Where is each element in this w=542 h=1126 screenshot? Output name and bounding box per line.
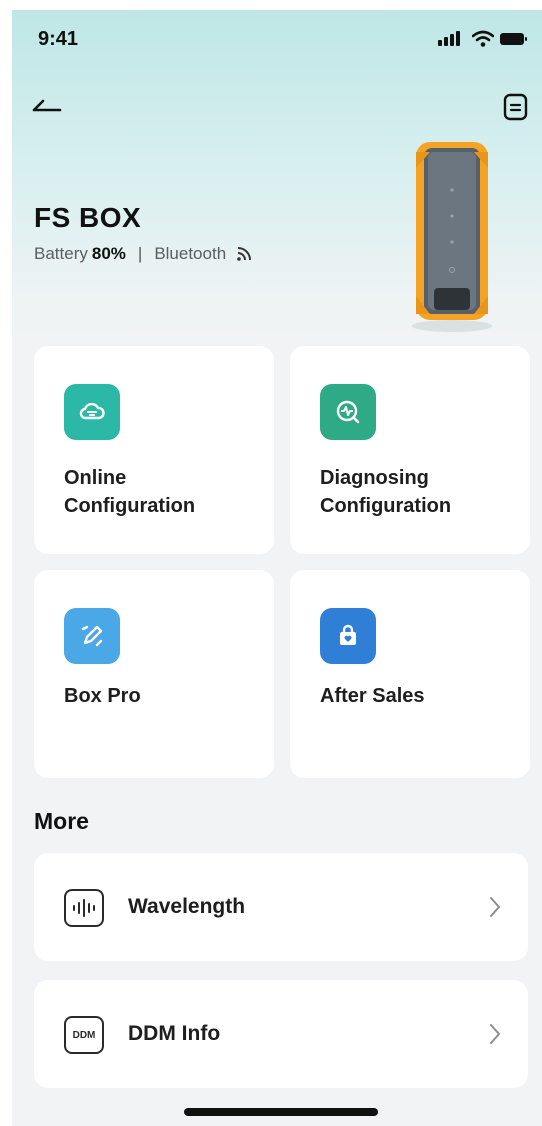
home-indicator[interactable]: [184, 1108, 378, 1116]
ddm-info-row[interactable]: DDM DDM Info: [34, 980, 528, 1088]
document-icon[interactable]: [502, 92, 530, 122]
after-sales-bag-icon: [340, 624, 356, 645]
battery-icon: [500, 33, 527, 45]
ddm-icon-text: DDM: [72, 1029, 96, 1041]
card-label: After Sales: [320, 685, 425, 707]
row-label: DDM Info: [128, 1022, 221, 1045]
card-label: Box Pro: [64, 685, 141, 707]
card-icon-tile: [64, 384, 120, 440]
device-name: FS BOX: [34, 202, 142, 233]
bluetooth-signal-icon: [237, 247, 252, 261]
card-icon-tile: [320, 384, 376, 440]
app-screen: 9:41 FS BOX Battery 80% | Bluetooth Onli…: [12, 10, 542, 1126]
cellular-signal-icon: [438, 30, 464, 48]
card-label: Online Configuration: [64, 467, 196, 517]
status-separator: |: [137, 244, 143, 263]
card-icon-tile: [320, 608, 376, 664]
device-image: [412, 142, 492, 332]
edit-tool-icon: [81, 625, 103, 647]
card-icon-tile: [64, 608, 120, 664]
wifi-icon: [472, 30, 494, 47]
wavelength-row[interactable]: Wavelength: [34, 853, 528, 961]
battery-value: 80%: [91, 244, 126, 263]
wavelength-icon: [64, 889, 104, 927]
row-label: Wavelength: [128, 895, 246, 918]
online-configuration-card[interactable]: Online Configuration: [34, 346, 274, 554]
diagnose-icon: [336, 400, 360, 424]
back-arrow-icon[interactable]: [30, 90, 66, 120]
device-status: Battery 80% | Bluetooth: [34, 244, 252, 264]
chevron-right-icon: [490, 1024, 500, 1044]
box-pro-card[interactable]: Box Pro: [34, 570, 274, 778]
cloud-config-icon: [79, 402, 105, 420]
card-label: Diagnosing Configuration: [320, 467, 452, 517]
status-time: 9:41: [38, 28, 79, 50]
status-icons: [438, 30, 528, 48]
diagnosing-configuration-card[interactable]: Diagnosing Configuration: [290, 346, 530, 554]
connection-label: Bluetooth: [154, 244, 227, 263]
section-title: More: [34, 808, 89, 834]
after-sales-card[interactable]: After Sales: [290, 570, 530, 778]
chevron-right-icon: [490, 897, 500, 917]
battery-label: Battery: [34, 244, 88, 263]
ddm-icon: DDM: [64, 1016, 104, 1054]
